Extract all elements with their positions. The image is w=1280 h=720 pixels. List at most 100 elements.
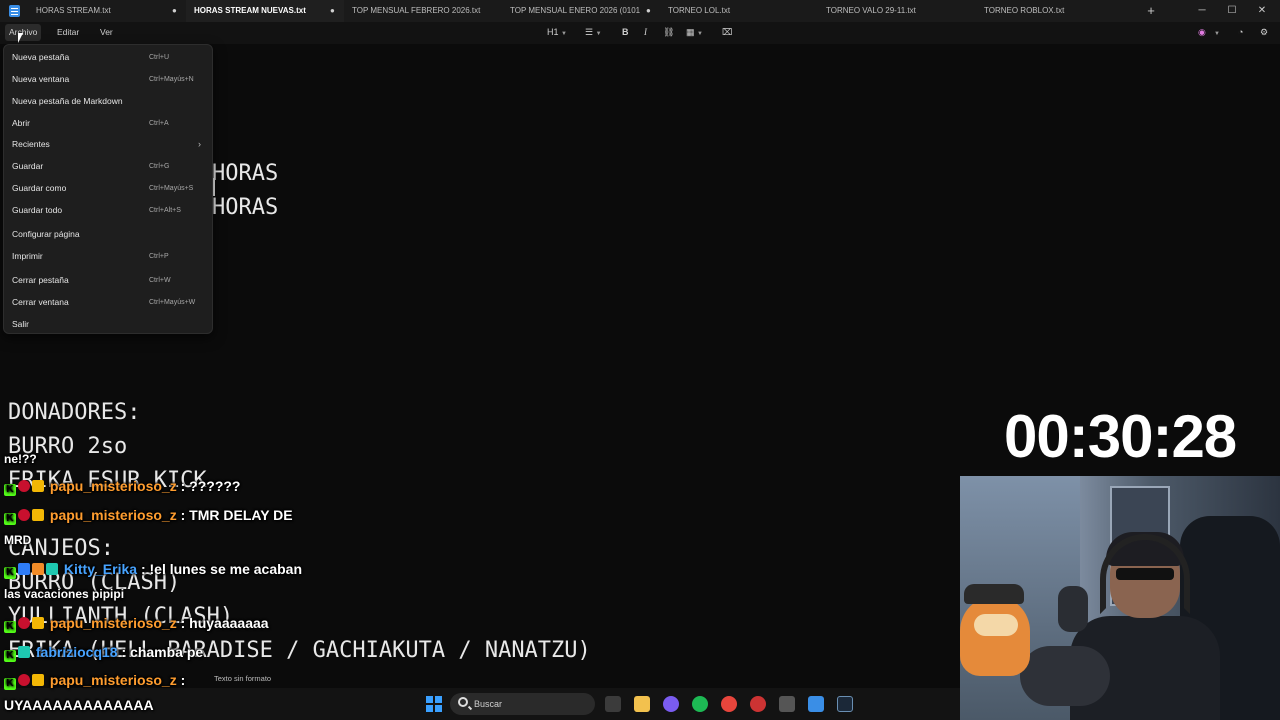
webcam-headset <box>1100 534 1190 614</box>
taskbar: Buscar <box>0 688 960 720</box>
tab-label: HORAS STREAM.txt <box>36 6 111 15</box>
notepad-icon[interactable] <box>808 696 824 712</box>
menu-item-label: Recientes <box>12 139 50 149</box>
menu-archivo[interactable]: Archivo <box>5 24 42 41</box>
minimize-button[interactable]: ─ <box>1194 0 1210 22</box>
title-bar: HORAS STREAM.txt ● HORAS STREAM NUEVAS.t… <box>0 0 1280 22</box>
menu-ver[interactable]: Ver <box>96 22 117 43</box>
menu-item-label: Salir <box>12 319 30 329</box>
menu-item-label: Nueva ventana <box>12 74 70 84</box>
menu-item-label: Abrir <box>12 118 30 128</box>
status-format-label[interactable]: Texto sin formato <box>214 670 271 688</box>
webcam-plush-toy <box>960 596 1030 676</box>
calculator-icon[interactable] <box>779 696 795 712</box>
file-explorer-icon[interactable] <box>634 696 650 712</box>
menu-item-cerrar-pestana[interactable]: Cerrar pestaña Ctrl+W <box>4 270 212 290</box>
menu-item-shortcut: Ctrl+Mayús+S <box>149 185 194 192</box>
menu-item-nueva-ventana[interactable]: Nueva ventana Ctrl+Mayús+N <box>4 69 212 89</box>
tab-top-mensual-enero[interactable]: TOP MENSUAL ENERO 2026 (0101-3 <box>510 0 640 22</box>
tab-label: HORAS STREAM NUEVAS.txt <box>194 6 306 15</box>
menu-item-label: Imprimir <box>12 251 43 261</box>
menu-item-guardar-todo[interactable]: Guardar todo Ctrl+Alt+S <box>4 200 212 220</box>
discord-icon[interactable] <box>663 696 679 712</box>
menu-item-shortcut: Ctrl+Alt+S <box>149 207 181 214</box>
link-icon[interactable]: ⛓ <box>663 22 674 43</box>
menu-bar: Archivo Editar Ver H1 ▼ ☰ ▼ B I ⛓ ▦ ▼ ⌧ … <box>0 22 1280 44</box>
clear-format-icon[interactable]: ⌧ <box>722 22 732 43</box>
chrome-icon[interactable] <box>721 696 737 712</box>
editor-line: DONADORES: <box>8 400 141 425</box>
menu-item-configurar-pagina[interactable]: Configurar página <box>4 224 212 244</box>
obs-icon[interactable] <box>750 696 766 712</box>
steam-icon[interactable] <box>837 696 853 712</box>
menu-item-shortcut: Ctrl+Mayús+N <box>149 76 194 83</box>
menu-item-abrir[interactable]: Abrir Ctrl+A <box>4 113 212 133</box>
menu-item-imprimir[interactable]: Imprimir Ctrl+P <box>4 246 212 266</box>
search-placeholder: Buscar <box>474 699 503 709</box>
menu-item-shortcut: Ctrl+U <box>149 54 170 61</box>
editor-line: HORAS <box>212 161 279 186</box>
menu-item-nueva-pestana-markdown[interactable]: Nueva pestaña de Markdown <box>4 91 212 111</box>
menu-item-salir[interactable]: Salir <box>4 314 212 334</box>
close-button[interactable]: ✕ <box>1254 0 1270 22</box>
tab-top-mensual-febrero[interactable]: TOP MENSUAL FEBRERO 2026.txt <box>352 0 502 22</box>
menu-item-recientes[interactable]: Recientes › <box>4 134 212 154</box>
menu-editar[interactable]: Editar <box>53 22 83 43</box>
menu-item-guardar-como[interactable]: Guardar como Ctrl+Mayús+S <box>4 178 212 198</box>
editor-line: ERIKA ESUR KICK <box>8 468 207 493</box>
menu-item-shortcut: Ctrl+Mayús+W <box>149 299 196 306</box>
menu-item-label: Nueva pestaña <box>12 52 70 62</box>
menu-item-cerrar-ventana[interactable]: Cerrar ventana Ctrl+Mayús+W <box>4 292 212 312</box>
menu-item-guardar[interactable]: Guardar Ctrl+G <box>4 156 212 176</box>
tab-torneo-roblox[interactable]: TORNEO ROBLOX.txt <box>984 0 1134 22</box>
tab-label: TORNEO VALO 29-11.txt <box>826 6 916 15</box>
status-bar: Texto sin formato <box>0 670 960 688</box>
tab-label: TORNEO LOL.txt <box>668 6 731 15</box>
editor-line: CANJEOS: <box>8 536 114 561</box>
menu-item-label: Configurar página <box>12 229 80 239</box>
table-dropdown[interactable]: ▦ ▼ <box>686 22 703 45</box>
webcam-feed <box>960 476 1280 720</box>
chevron-down-icon: ▼ <box>595 31 602 37</box>
new-tab-button[interactable]: + <box>1143 0 1159 22</box>
unsaved-dot-icon: ● <box>646 6 651 15</box>
search-icon <box>458 697 468 707</box>
tab-torneo-valo[interactable]: TORNEO VALO 29-11.txt <box>826 0 976 22</box>
chevron-down-icon: ▼ <box>697 31 703 37</box>
archivo-menu-dropdown: Nueva pestaña Ctrl+U Nueva ventana Ctrl+Ma… <box>3 44 213 334</box>
account-icon[interactable]: ◔ <box>1238 22 1243 43</box>
spotify-icon[interactable] <box>692 696 708 712</box>
copilot-icon[interactable]: ◉ <box>1198 22 1206 43</box>
tab-horas-stream[interactable]: HORAS STREAM.txt <box>36 0 166 22</box>
tab-label: TORNEO ROBLOX.txt <box>984 6 1065 15</box>
menu-item-label: Guardar como <box>12 183 67 193</box>
italic-button[interactable]: I <box>644 22 647 43</box>
taskbar-search-input[interactable]: Buscar <box>450 693 595 715</box>
chevron-down-icon: ▼ <box>561 31 567 37</box>
maximize-button[interactable]: ☐ <box>1224 0 1240 22</box>
tab-torneo-lol[interactable]: TORNEO LOL.txt <box>668 0 818 22</box>
menu-item-shortcut: Ctrl+P <box>149 253 169 260</box>
chevron-right-icon: › <box>198 139 201 149</box>
stream-timer: 00:30:28 <box>1004 403 1237 470</box>
windows-start-icon[interactable] <box>426 696 442 712</box>
tab-horas-stream-nuevas[interactable]: HORAS STREAM NUEVAS.txt <box>186 0 344 22</box>
menu-item-label: Cerrar ventana <box>12 297 69 307</box>
chevron-down-icon[interactable]: ▼ <box>1214 22 1220 45</box>
menu-item-nueva-pestana[interactable]: Nueva pestaña Ctrl+U <box>4 47 212 67</box>
unsaved-dot-icon: ● <box>330 6 335 15</box>
menu-item-label: Guardar todo <box>12 205 63 215</box>
heading-label: H1 <box>547 27 559 37</box>
gear-icon[interactable]: ⚙ <box>1260 22 1268 43</box>
heading-dropdown[interactable]: H1 ▼ <box>547 22 567 45</box>
menu-item-shortcut: Ctrl+W <box>149 277 171 284</box>
menu-item-label: Guardar <box>12 161 44 171</box>
bold-button[interactable]: B <box>622 22 629 43</box>
task-view-icon[interactable] <box>605 696 621 712</box>
list-dropdown[interactable]: ☰ ▼ <box>585 22 602 45</box>
webcam-person-arm <box>1020 646 1110 706</box>
mouse-cursor-icon <box>18 33 23 43</box>
list-icon: ☰ <box>585 27 594 37</box>
menu-item-shortcut: Ctrl+G <box>149 163 170 170</box>
editor-line: YULLIANTH (CLASH) <box>8 604 234 629</box>
